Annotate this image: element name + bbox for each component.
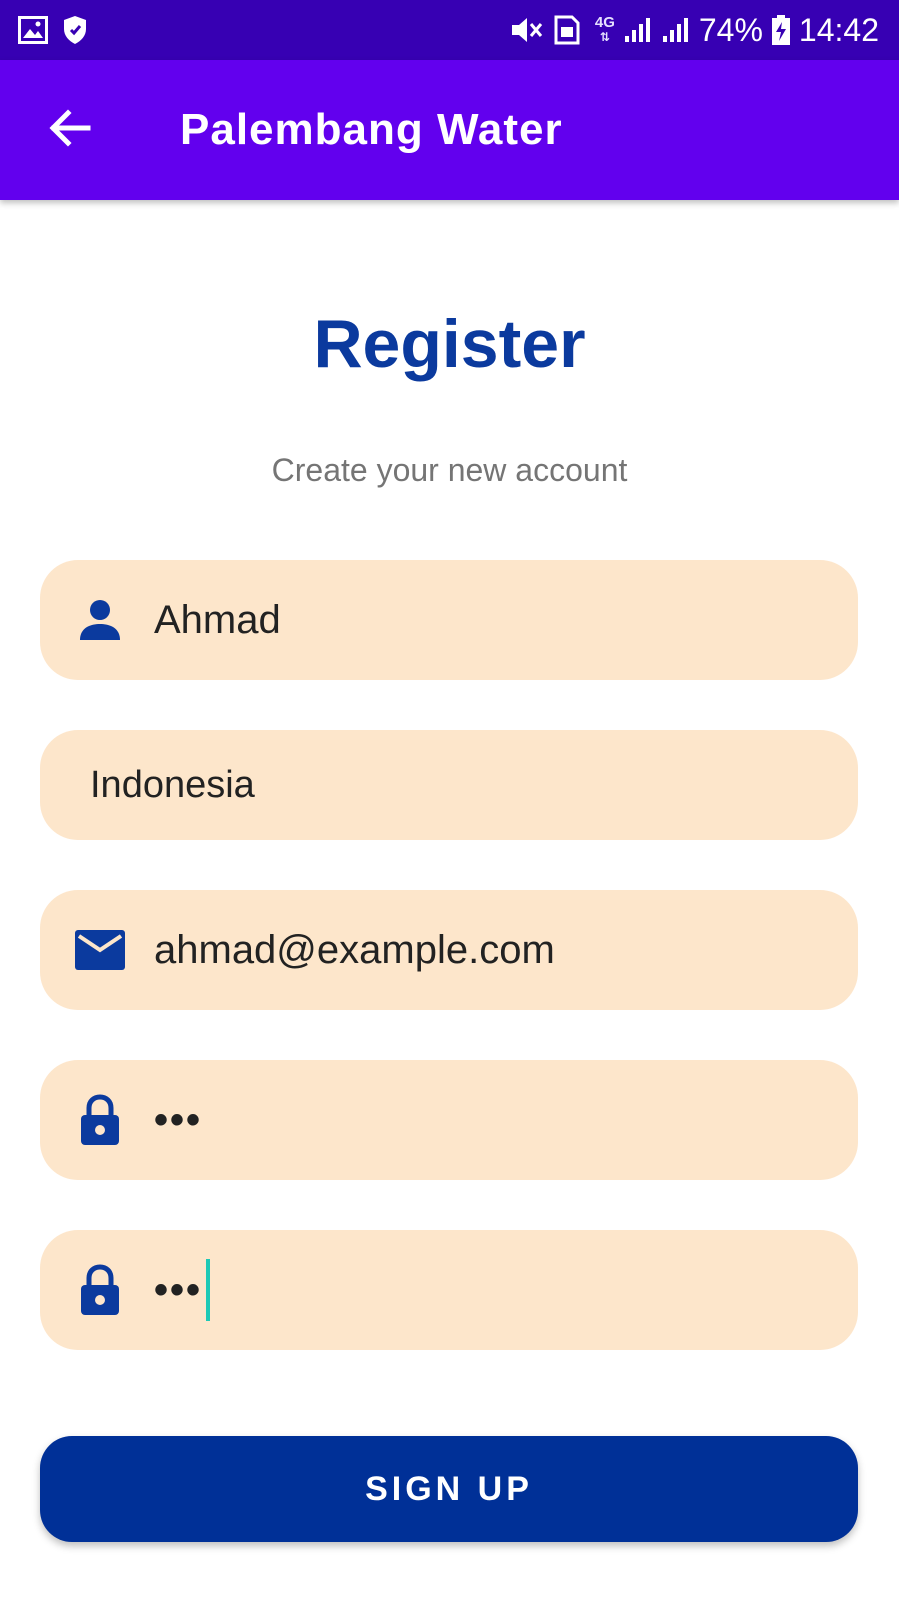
sim-icon	[553, 14, 581, 46]
status-right: 4G ⇅ 74% 14:42	[509, 12, 879, 49]
clock: 14:42	[798, 11, 879, 48]
password-field[interactable]: •••	[40, 1060, 858, 1180]
back-button[interactable]	[40, 100, 100, 160]
confirm-password-value: •••	[154, 1259, 211, 1321]
country-value: Indonesia	[90, 763, 255, 806]
status-left	[18, 15, 88, 45]
network-type: 4G ⇅	[594, 14, 615, 44]
signal-icon	[661, 16, 691, 44]
text-cursor	[206, 1259, 211, 1321]
status-bar: 4G ⇅ 74% 14:42	[0, 0, 899, 60]
lock-icon	[70, 1090, 130, 1150]
country-field[interactable]: Indonesia	[40, 730, 858, 840]
confirm-password-dots: •••	[154, 1267, 203, 1312]
vibrate-mute-icon	[509, 15, 545, 45]
sign-up-button[interactable]: SIGN UP	[40, 1436, 858, 1542]
page-subtitle: Create your new account	[271, 452, 628, 488]
image-icon	[18, 16, 48, 44]
shield-icon	[62, 15, 88, 45]
email-icon	[70, 920, 130, 980]
app-title: Palembang Water	[180, 105, 563, 154]
password-value: •••	[154, 1097, 203, 1142]
name-value: Ahmad	[154, 597, 281, 642]
person-icon	[70, 590, 130, 650]
battery-percent: 74%	[698, 11, 763, 48]
email-field[interactable]: ahmad@example.com	[40, 890, 858, 1010]
name-field[interactable]: Ahmad	[40, 560, 858, 680]
arrow-left-icon	[48, 108, 92, 153]
confirm-password-field[interactable]: •••	[40, 1230, 858, 1350]
signal-icon	[623, 16, 653, 44]
app-bar: Palembang Water	[0, 60, 899, 200]
lock-icon	[70, 1260, 130, 1320]
page-title: Register	[313, 306, 586, 382]
battery-charging-icon	[771, 14, 791, 46]
email-value: ahmad@example.com	[154, 927, 555, 972]
